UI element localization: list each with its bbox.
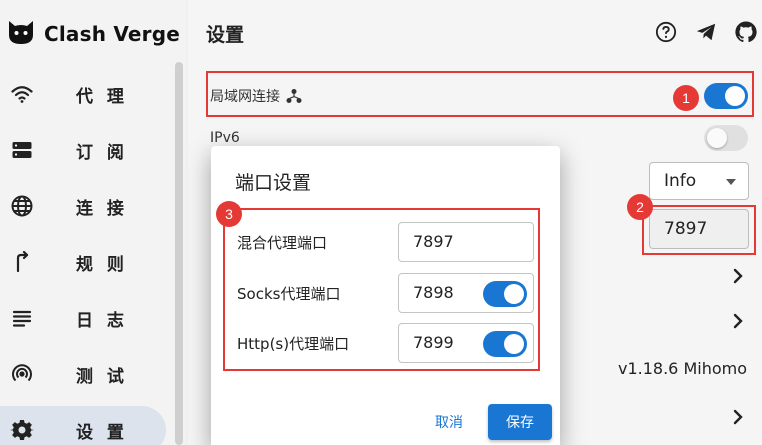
annotation-badge-1: 1: [673, 85, 699, 111]
sidebar-item-label: 代 理: [76, 86, 128, 107]
cancel-button[interactable]: 取消: [419, 404, 479, 440]
sidebar-item-settings[interactable]: 设 置: [0, 406, 166, 445]
app-name: Clash Verge: [44, 22, 181, 46]
wifi-icon: [10, 82, 34, 106]
sidebar-item-subscriptions[interactable]: 订 阅: [0, 126, 166, 174]
sidebar-item-logs[interactable]: 日 志: [0, 294, 166, 342]
sidebar-item-label: 连 接: [76, 198, 128, 219]
brand: Clash Verge: [6, 16, 180, 52]
route-icon: [10, 250, 34, 274]
dialog-title: 端口设置: [235, 172, 312, 194]
sidebar-item-label: 规 则: [76, 254, 128, 275]
sidebar-item-label: 设 置: [76, 422, 128, 443]
sidebar-item-connections[interactable]: 连 接: [0, 182, 166, 230]
radar-icon: [10, 362, 34, 386]
annotation-box-3: [223, 208, 540, 371]
sidebar-item-label: 测 试: [76, 366, 128, 387]
server-icon: [10, 138, 34, 162]
sidebar-item-rules[interactable]: 规 则: [0, 238, 166, 286]
sidebar-item-proxy[interactable]: 代 理: [0, 70, 166, 118]
annotation-box-1: [206, 71, 754, 117]
globe-icon: [10, 194, 34, 218]
sidebar-item-test[interactable]: 测 试: [0, 350, 166, 398]
annotation-badge-2: 2: [627, 194, 653, 220]
sidebar-item-label: 订 阅: [76, 142, 128, 163]
annotation-box-2: [642, 205, 756, 255]
sidebar-item-label: 日 志: [76, 310, 128, 331]
sidebar: Clash Verge 代 理 订 阅 连 接 规 则 日 志 测 试 设 置: [0, 0, 186, 445]
list-icon: [10, 306, 34, 330]
cat-logo-icon: [6, 17, 36, 51]
gear-icon: [10, 418, 34, 442]
save-button[interactable]: 保存: [488, 404, 552, 440]
annotation-badge-3: 3: [216, 201, 242, 227]
sidebar-scrollbar[interactable]: [175, 62, 183, 445]
